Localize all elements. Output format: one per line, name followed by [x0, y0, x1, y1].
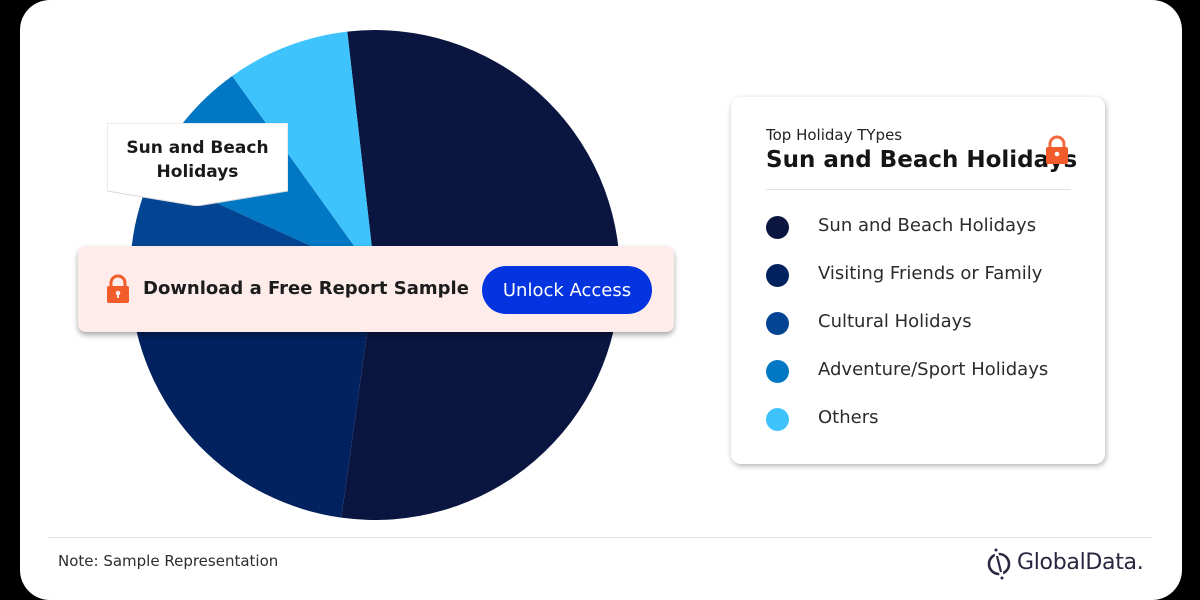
legend-subtitle: Top Holiday TYpes — [766, 126, 903, 144]
brand-name: GlobalData. — [1017, 550, 1144, 575]
legend-label: Adventure/Sport Holidays — [818, 359, 1049, 380]
globaldata-logo: GlobalData. — [985, 547, 1144, 580]
legend-label: Cultural Holidays — [818, 311, 972, 332]
legend-swatch — [766, 264, 789, 287]
slice-callout: Sun and Beach Holidays — [107, 123, 288, 206]
legend-swatch — [766, 360, 789, 383]
legend-swatch — [766, 312, 789, 335]
legend-divider — [766, 189, 1071, 190]
callout-label: Sun and Beach Holidays — [107, 136, 288, 184]
lock-icon — [1044, 135, 1070, 169]
globaldata-logo-icon — [985, 548, 1013, 585]
callout-line-2: Holidays — [156, 162, 239, 182]
download-sample-banner: Download a Free Report Sample Unlock Acc… — [78, 246, 674, 332]
legend-swatch — [766, 216, 789, 239]
unlock-access-button[interactable]: Unlock Access — [482, 266, 652, 314]
legend-label: Visiting Friends or Family — [818, 263, 1043, 284]
legend-label: Others — [818, 407, 879, 428]
legend-swatch — [766, 408, 789, 431]
footer-note: Note: Sample Representation — [58, 552, 279, 570]
lock-icon — [106, 274, 130, 308]
legend-title: Sun and Beach Holidays — [766, 147, 1078, 173]
legend-label: Sun and Beach Holidays — [818, 215, 1037, 236]
footer-divider — [48, 537, 1152, 538]
legend-panel: Top Holiday TYpes Sun and Beach Holidays… — [731, 97, 1105, 464]
callout-line-1: Sun and Beach — [126, 138, 269, 158]
banner-text: Download a Free Report Sample — [143, 278, 469, 299]
